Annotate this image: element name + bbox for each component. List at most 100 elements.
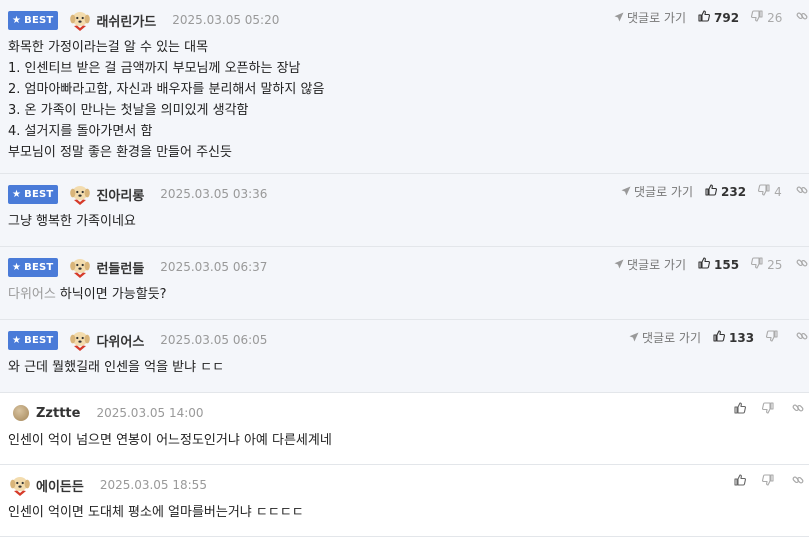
nickname[interactable]: 에이든든 [36,476,84,495]
thumbs-down-icon [766,330,782,345]
like-button[interactable] [734,402,750,417]
dislike-button[interactable]: 26 [751,10,782,25]
comment-date: 2025.03.05 06:37 [160,260,268,274]
dislike-button[interactable]: 25 [751,257,782,272]
comment-text-line: 인센이 억이면 도대체 평소에 얼마를버는거냐 ㄷㄷㄷㄷ [8,505,304,520]
thumbs-down-icon [758,184,774,199]
thumbs-up-icon [734,402,750,417]
comment-actions: 댓글로 가기 133 [629,329,808,346]
avatar[interactable] [68,8,92,32]
best-badge: ★ BEST [8,184,59,204]
like-button[interactable]: 792 [698,10,739,25]
reply-link[interactable]: 댓글로 가기 [614,256,686,273]
like-button[interactable]: 155 [698,257,739,272]
dislike-count: 26 [767,10,783,25]
comment-item: 에이든든 2025.03.05 18:55 인센이 억이면 도대체 평소에 얼마를버… [0,465,809,537]
dislike-button[interactable] [762,402,778,417]
thumbs-down-icon [751,257,767,272]
thumbs-down-icon [751,10,767,25]
comment-body: 인센이 억이 넘으면 연봉이 어느정도인거냐 아예 다른세계네 [8,426,801,459]
star-icon: ★ [12,14,22,26]
thumbs-up-icon [705,184,721,199]
comment-item: ★ BEST 런들런들 2025.03.05 06:37 댓글로 가기 155 25 다위어… [0,247,809,320]
dislike-count: 25 [767,257,783,272]
reply-arrow-icon [614,11,627,25]
reply-link[interactable]: 댓글로 가기 [629,329,701,346]
avatar[interactable] [13,405,29,421]
comment-item: ★ BEST 진아리롱 2025.03.05 03:36 댓글로 가기 232 4 그냥 행… [0,174,809,247]
comment-item: Zzttte 2025.03.05 14:00 인센이 억이 넘으면 연봉이 어느정… [0,393,809,465]
thumbs-down-icon [762,402,778,417]
like-button[interactable]: 133 [713,330,754,345]
comment-date: 2025.03.05 03:36 [160,187,268,201]
share-link-button[interactable] [792,474,804,489]
comment-actions: 댓글로 가기 155 25 [614,256,808,273]
comment-body: 화목한 가정이라는걸 알 수 있는 대목 1. 인센티브 받은 걸 금액까지 부모… [8,33,801,171]
link-icon [796,257,808,272]
comment-text-line: 2. 엄마아빠라고함, 자신과 배우자를 분리해서 말하지 않음 [8,82,325,97]
thumbs-up-icon [734,474,750,489]
comment-list: ★ BEST 래쉬린가드 2025.03.05 05:20 댓글로 가기 792 26 화목… [0,0,809,537]
comment-body: 그냥 행복한 가족이네요 [8,207,801,240]
avatar[interactable] [68,182,92,206]
comment-text-line: 하닉이면 가능할듯? [59,287,167,302]
comment-actions [734,474,804,489]
best-badge: ★ BEST [8,257,59,277]
share-link-button[interactable] [796,10,808,25]
share-link-button[interactable] [796,330,808,345]
comment-header: Zzttte 2025.03.05 14:00 [8,400,801,426]
like-count: 232 [721,184,747,199]
nickname[interactable]: 다위어스 [96,331,144,350]
share-link-button[interactable] [796,184,808,199]
like-count: 792 [714,10,740,25]
dislike-count: 4 [774,184,782,199]
comment-body: 와 근데 뭘했길래 인센을 억을 받냐 ㄷㄷ [8,353,801,386]
comment-text-line: 1. 인센티브 받은 걸 금액까지 부모님께 오픈하는 장남 [8,61,301,76]
link-icon [796,10,808,25]
like-button[interactable] [734,474,750,489]
thumbs-up-icon [713,330,729,345]
dislike-button[interactable]: 4 [758,184,782,199]
dislike-button[interactable] [762,474,778,489]
nickname[interactable]: Zzttte [36,406,80,421]
nickname[interactable]: 래쉬린가드 [96,11,156,30]
comment-actions: 댓글로 가기 792 26 [614,9,808,26]
like-button[interactable]: 232 [705,184,746,199]
comment-text-line: 부모님이 정말 좋은 환경을 만들어 주신듯 [8,145,232,160]
comment-text-line: 화목한 가정이라는걸 알 수 있는 대목 [8,40,209,55]
comment-body: 다위어스 하닉이면 가능할듯? [8,280,801,313]
comment-text-line: 그냥 행복한 가족이네요 [8,214,136,229]
avatar[interactable] [8,473,32,497]
comment-actions: 댓글로 가기 232 4 [621,183,808,200]
like-count: 133 [729,330,755,345]
thumbs-down-icon [762,474,778,489]
avatar[interactable] [68,255,92,279]
comment-date: 2025.03.05 05:20 [172,13,280,27]
comment-body: 인센이 억이면 도대체 평소에 얼마를버는거냐 ㄷㄷㄷㄷ [8,498,801,531]
best-badge: ★ BEST [8,10,59,30]
reply-target-nickname[interactable]: 다위어스 [8,287,56,302]
link-icon [792,402,804,417]
link-icon [796,330,808,345]
link-icon [792,474,804,489]
comment-date: 2025.03.05 06:05 [160,333,268,347]
comment-text-line: 3. 온 가족이 만나는 첫날을 의미있게 생각함 [8,103,249,118]
share-link-button[interactable] [792,402,804,417]
thumbs-up-icon [698,10,714,25]
dislike-button[interactable] [766,330,782,345]
comment-actions [734,402,804,417]
thumbs-up-icon [698,257,714,272]
nickname[interactable]: 진아리롱 [96,185,144,204]
reply-arrow-icon [614,258,627,272]
reply-arrow-icon [629,331,642,345]
comment-text-line: 4. 설거지를 돌아가면서 함 [8,124,153,139]
star-icon: ★ [12,188,22,200]
reply-link[interactable]: 댓글로 가기 [614,9,686,26]
reply-link[interactable]: 댓글로 가기 [621,183,693,200]
star-icon: ★ [12,261,22,273]
avatar[interactable] [68,328,92,352]
like-count: 155 [714,257,740,272]
comment-header: 에이든든 2025.03.05 18:55 [8,472,801,498]
share-link-button[interactable] [796,257,808,272]
nickname[interactable]: 런들런들 [96,258,144,277]
